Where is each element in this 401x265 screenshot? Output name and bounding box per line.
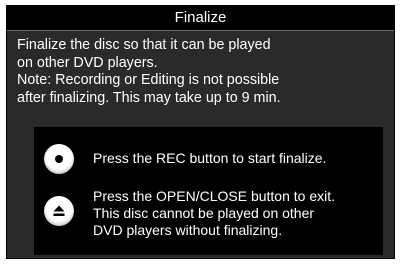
description-line: on other DVD players.: [17, 54, 158, 71]
finalize-dialog: Finalize Finalize the disc so that it ca…: [6, 5, 395, 259]
rec-instruction-line: Press the REC button to start finalize.: [93, 150, 327, 166]
description-line: Note: Recording or Editing is not possib…: [17, 72, 280, 89]
dialog-title: Finalize: [7, 6, 394, 31]
description-line: after finalizing. This may take up to 9 …: [17, 89, 281, 106]
rec-instruction: Press the REC button to start finalize.: [93, 150, 326, 167]
rec-button-icon: [44, 144, 74, 174]
record-dot-icon: [55, 155, 63, 163]
open-close-instruction-line: Press the OPEN/CLOSE button to exit.: [93, 188, 335, 204]
instruction-panel: Press the REC button to start finalize. …: [34, 127, 383, 255]
open-close-instruction: Press the OPEN/CLOSE button to exit. Thi…: [93, 188, 335, 239]
eject-button-icon: [44, 196, 74, 226]
open-close-instruction-line: This disc cannot be played on other: [93, 205, 315, 221]
description-line: Finalize the disc so that it can be play…: [17, 37, 271, 53]
dialog-description: Finalize the disc so that it can be play…: [17, 37, 387, 107]
open-close-instruction-line: DVD players without finalizing.: [93, 222, 283, 238]
eject-icon: [53, 205, 65, 216]
